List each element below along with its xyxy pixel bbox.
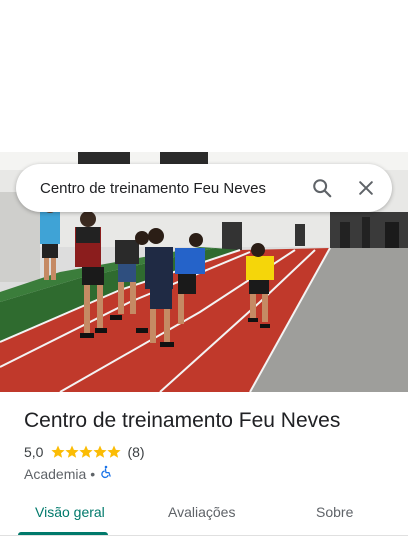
tab-reviews[interactable]: Avaliações	[168, 504, 235, 520]
review-count[interactable]: (8)	[127, 444, 144, 460]
separator-dot: •	[90, 465, 96, 482]
close-icon[interactable]	[352, 174, 380, 202]
wheelchair-accessible-icon	[99, 465, 113, 482]
rating-row[interactable]: 5,0 (8)	[24, 444, 145, 460]
place-title: Centro de treinamento Feu Neves	[24, 409, 341, 432]
search-query-text[interactable]: Centro de treinamento Feu Neves	[40, 180, 292, 197]
stars-icon	[51, 445, 122, 458]
category-row: Academia •	[24, 465, 113, 482]
search-icon[interactable]	[308, 174, 336, 202]
tabs-divider	[0, 535, 408, 536]
place-category: Academia	[24, 465, 87, 482]
place-tabs: Visão geral Avaliações Sobre	[0, 496, 408, 536]
rating-value: 5,0	[24, 444, 44, 460]
tab-about[interactable]: Sobre	[316, 504, 353, 520]
star-rating	[51, 445, 122, 459]
search-bar[interactable]: Centro de treinamento Feu Neves	[16, 164, 392, 212]
tab-overview[interactable]: Visão geral	[35, 504, 105, 520]
